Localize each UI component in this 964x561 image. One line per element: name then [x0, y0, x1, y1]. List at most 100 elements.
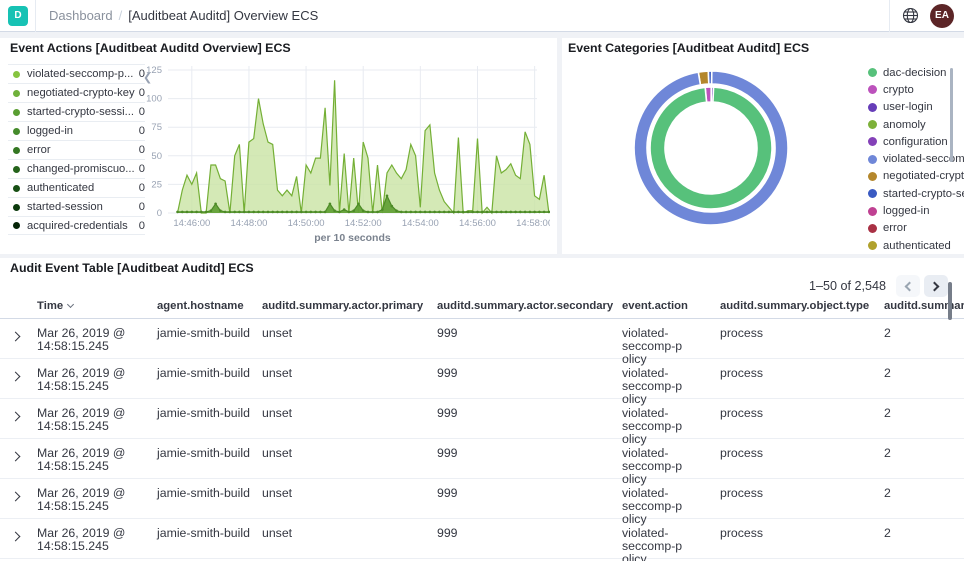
- chevron-left-icon: [905, 281, 915, 291]
- legend-item[interactable]: dac-decision: [868, 64, 946, 81]
- table-row[interactable]: Mar 26, 2019 @ 14:58:15.245jamie-smith-b…: [0, 399, 964, 439]
- expand-row-icon[interactable]: [10, 451, 22, 463]
- panel-title: Event Actions [Auditbeat Auditd Overview…: [10, 41, 291, 55]
- legend-value: 0: [139, 144, 145, 156]
- table-row[interactable]: Mar 26, 2019 @ 14:58:15.245jamie-smith-b…: [0, 479, 964, 519]
- cell-summary: 2: [884, 327, 964, 340]
- cell-secondary: 999: [437, 407, 617, 420]
- legend-scrollbar[interactable]: [950, 68, 953, 162]
- legend-label: error: [27, 144, 135, 156]
- cell-primary: unset: [262, 327, 432, 340]
- cell-secondary: 999: [437, 487, 617, 500]
- legend-color-dot: [13, 71, 20, 78]
- legend-label: started-crypto-sessi...: [27, 106, 135, 118]
- panel-title: Audit Event Table [Auditbeat Auditd] ECS: [10, 261, 254, 275]
- table-row[interactable]: Mar 26, 2019 @ 14:58:15.245jamie-smith-b…: [0, 359, 964, 399]
- legend-value: 0: [139, 106, 145, 118]
- donut-slice-dac-decision[interactable]: [650, 87, 772, 209]
- legend-item[interactable]: crypto: [868, 81, 946, 98]
- cell-primary: unset: [262, 447, 432, 460]
- next-page-button[interactable]: [924, 275, 948, 297]
- avatar[interactable]: EA: [930, 4, 954, 28]
- legend-color-dot: [13, 222, 20, 229]
- legend-item[interactable]: authenticated: [868, 237, 946, 254]
- sort-descending-icon: [67, 301, 74, 308]
- legend-label: changed-promiscuo...: [27, 163, 135, 175]
- column-header-object_type[interactable]: auditd.summary.object.type: [720, 300, 880, 312]
- expand-row-icon[interactable]: [10, 371, 22, 383]
- legend-label: authenticated: [27, 182, 135, 194]
- dashboard-app-icon[interactable]: D: [8, 6, 28, 26]
- table-row[interactable]: Mar 26, 2019 @ 14:58:15.245jamie-smith-b…: [0, 319, 964, 359]
- legend-item[interactable]: started-crypto-se...: [868, 185, 946, 202]
- kibana-dashboard: D Dashboard / [Auditbeat Auditd] Overvie…: [0, 0, 964, 561]
- cell-object_type: process: [720, 527, 880, 540]
- cell-action: violated-seccomp-p olicy: [622, 527, 717, 561]
- table-row[interactable]: Mar 26, 2019 @ 14:58:15.245jamie-smith-b…: [0, 519, 964, 559]
- breadcrumb[interactable]: Dashboard: [49, 8, 113, 23]
- previous-page-button[interactable]: [896, 275, 920, 297]
- legend-item[interactable]: logged-in: [868, 202, 946, 219]
- legend-value: 0: [139, 87, 145, 99]
- cell-hostname: jamie-smith-build: [157, 447, 257, 460]
- cell-secondary: 999: [437, 447, 617, 460]
- legend-item[interactable]: acquired-credentials0: [8, 216, 145, 235]
- cell-secondary: 999: [437, 327, 617, 340]
- column-header-hostname[interactable]: agent.hostname: [157, 300, 257, 312]
- svg-text:125: 125: [146, 65, 162, 76]
- legend-item[interactable]: error: [868, 220, 946, 237]
- legend-label: user-login: [883, 101, 933, 113]
- legend-item[interactable]: violated-seccomp-p...0: [8, 64, 145, 83]
- column-header-time[interactable]: Time: [37, 300, 155, 312]
- legend-item[interactable]: negotiated-crypto-key 0: [8, 83, 145, 102]
- expand-row-icon[interactable]: [10, 491, 22, 503]
- legend-item[interactable]: started-crypto-sessi... 0: [8, 102, 145, 121]
- legend-value: 0: [139, 125, 145, 137]
- expand-row-icon[interactable]: [10, 411, 22, 423]
- legend-color-dot: [868, 68, 877, 77]
- legend-color-dot: [868, 189, 877, 198]
- column-header-action[interactable]: event.action: [622, 300, 717, 312]
- cell-primary: unset: [262, 487, 432, 500]
- expand-row-icon[interactable]: [10, 531, 22, 543]
- svg-text:50: 50: [151, 151, 162, 162]
- legend-item[interactable]: authenticated 0: [8, 178, 145, 197]
- cell-secondary: 999: [437, 367, 617, 380]
- event-categories-legend: dac-decisioncrypto user-login anomolyconfi…: [868, 64, 946, 254]
- legend-item[interactable]: error 0: [8, 140, 145, 159]
- cell-hostname: jamie-smith-build: [157, 327, 257, 340]
- legend-item[interactable]: violated-seccomp...: [868, 150, 946, 167]
- legend-color-dot: [13, 204, 20, 211]
- cell-time: Mar 26, 2019 @ 14:58:15.245: [37, 527, 155, 553]
- table-scrollbar[interactable]: [948, 282, 952, 320]
- cell-object_type: process: [720, 407, 880, 420]
- legend-color-dot: [13, 147, 20, 154]
- column-header-primary[interactable]: auditd.summary.actor.primary: [262, 300, 432, 312]
- legend-item[interactable]: negotiated-crypto...: [868, 168, 946, 185]
- legend-item[interactable]: user-login: [868, 99, 946, 116]
- svg-text:14:48:00: 14:48:00: [230, 218, 267, 229]
- legend-item[interactable]: started-session0: [8, 197, 145, 216]
- legend-label: authenticated: [883, 240, 951, 252]
- legend-item[interactable]: logged-in 0: [8, 121, 145, 140]
- expand-row-icon[interactable]: [10, 331, 22, 343]
- legend-item[interactable]: configuration: [868, 133, 946, 150]
- legend-value: 0: [139, 182, 145, 194]
- table-header-row: Timeagent.hostname auditd.summary.actor.p…: [0, 300, 964, 319]
- cell-object_type: process: [720, 447, 880, 460]
- svg-text:14:58:00: 14:58:00: [516, 218, 550, 229]
- legend-label: logged-in: [27, 125, 135, 137]
- globe-icon[interactable]: [900, 6, 920, 26]
- legend-label: negotiated-crypto-key: [27, 87, 135, 99]
- table-row[interactable]: Mar 26, 2019 @ 14:58:15.245jamie-smith-b…: [0, 439, 964, 479]
- legend-color-dot: [868, 103, 877, 112]
- legend-item[interactable]: changed-promiscuo...0: [8, 159, 145, 178]
- top-navigation-bar: D Dashboard / [Auditbeat Auditd] Overvie…: [0, 0, 964, 32]
- legend-color-dot: [868, 120, 877, 129]
- legend-item[interactable]: anomoly: [868, 116, 946, 133]
- page-title: [Auditbeat Auditd] Overview ECS: [128, 8, 318, 23]
- column-header-secondary[interactable]: auditd.summary.actor.secondary: [437, 300, 617, 312]
- column-header-summary[interactable]: auditd.summary: [884, 300, 964, 312]
- event-categories-donut-chart: [562, 50, 862, 250]
- legend-color-dot: [868, 207, 877, 216]
